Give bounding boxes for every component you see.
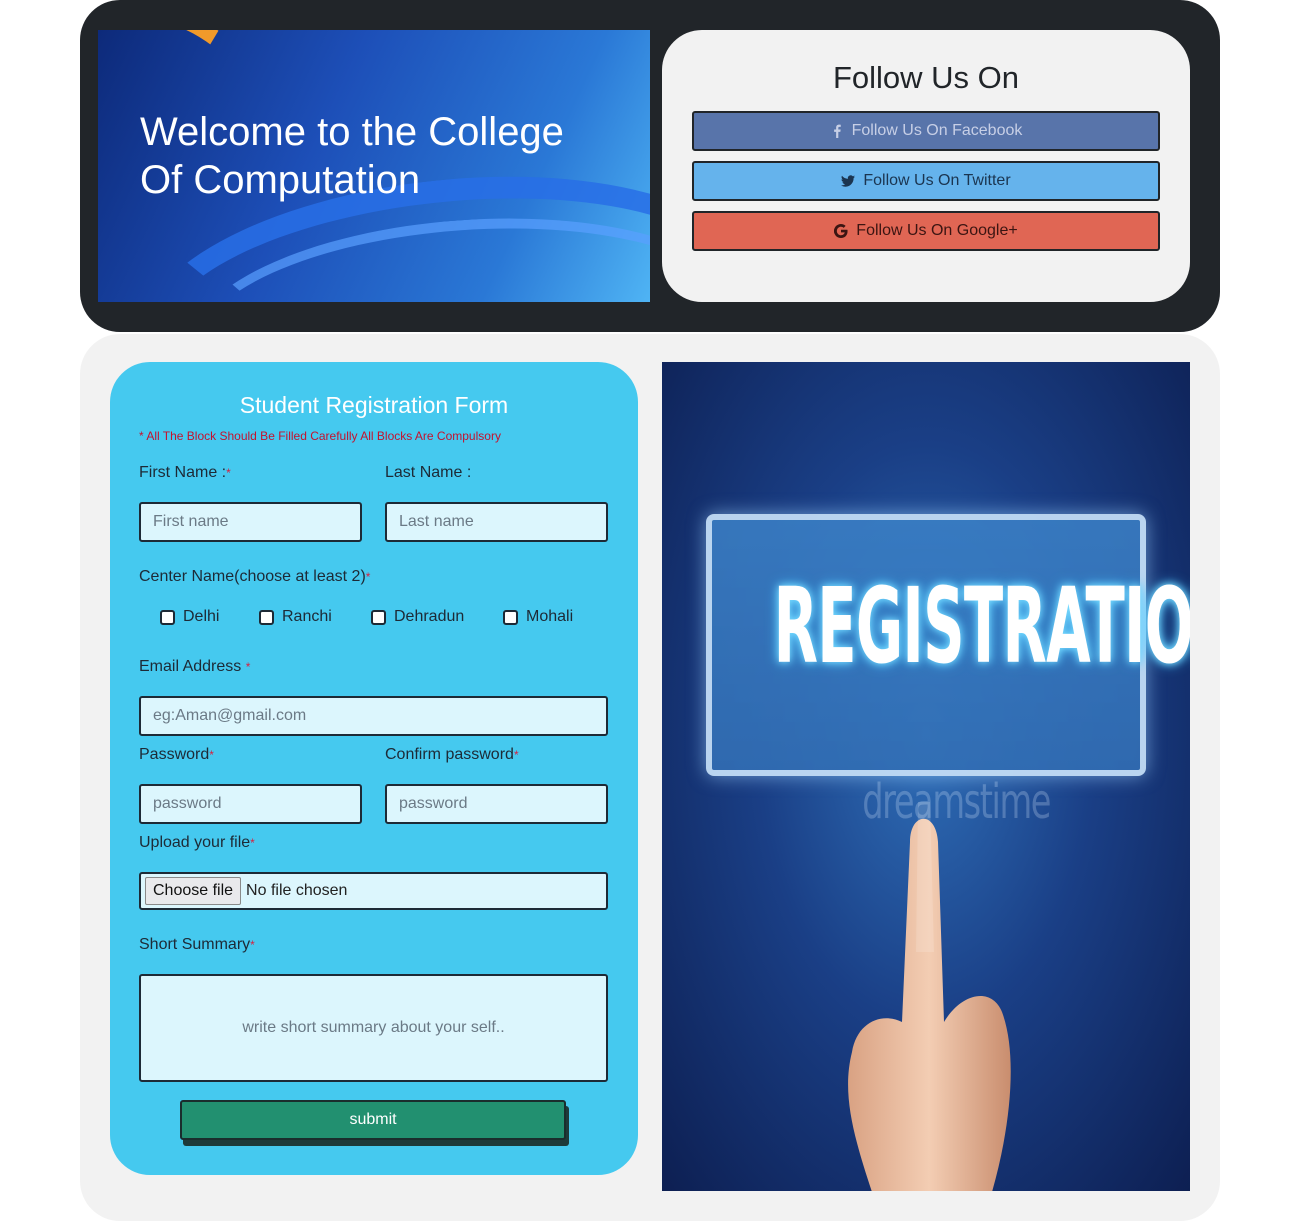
- submit-button[interactable]: submit: [180, 1100, 566, 1140]
- follow-twitter-label: Follow Us On Twitter: [863, 172, 1011, 189]
- banner-image: Welcome to the College Of Computation: [98, 30, 650, 302]
- last-name-label: Last Name :: [385, 464, 472, 481]
- facebook-icon: [833, 124, 841, 138]
- form-title: Student Registration Form: [239, 392, 509, 418]
- follow-card: Follow Us On Follow Us On Facebook Follo…: [662, 30, 1190, 302]
- file-upload-field: Choose file No file chosen: [139, 872, 608, 910]
- last-name-input[interactable]: Last name: [385, 502, 608, 542]
- follow-title: Follow Us On: [832, 60, 1020, 95]
- choose-file-button[interactable]: Choose file: [145, 877, 242, 905]
- summary-label: Short Summary*: [139, 936, 255, 953]
- checkbox[interactable]: [371, 609, 386, 625]
- email-label: Email Address *: [139, 658, 251, 675]
- header-bar: Welcome to the College Of Computation Fo…: [80, 0, 1220, 332]
- confirm-password-label: Confirm password*: [385, 746, 519, 763]
- follow-google-button[interactable]: Follow Us On Google+: [692, 211, 1160, 251]
- center-option-dehradun[interactable]: Dehradun: [371, 608, 464, 626]
- center-option-delhi[interactable]: Delhi: [160, 608, 219, 626]
- checkbox[interactable]: [259, 609, 274, 625]
- password-input[interactable]: password: [139, 784, 362, 824]
- email-input[interactable]: eg:Aman@gmail.com: [139, 696, 608, 736]
- follow-facebook-label: Follow Us On Facebook: [851, 122, 1023, 139]
- main-section: Student Registration Form * All The Bloc…: [80, 334, 1220, 1221]
- center-label: Center Name(choose at least 2)*: [139, 568, 371, 585]
- center-option-mohali[interactable]: Mohali: [503, 608, 573, 626]
- first-name-label: First Name :*: [139, 464, 231, 481]
- confirm-password-input[interactable]: password: [385, 784, 608, 824]
- upload-label: Upload your file*: [139, 834, 255, 851]
- password-label: Password*: [139, 746, 214, 763]
- banner-title: Welcome to the College Of Computation: [140, 110, 564, 202]
- form-note: * All The Block Should Be Filled Careful…: [139, 429, 501, 443]
- file-status: No file chosen: [246, 882, 348, 899]
- follow-twitter-button[interactable]: Follow Us On Twitter: [692, 161, 1160, 201]
- checkbox[interactable]: [503, 609, 518, 625]
- registration-image: REGISTRATION dreamstime: [662, 362, 1190, 1191]
- google-icon: [834, 224, 848, 238]
- center-option-ranchi[interactable]: Ranchi: [259, 608, 332, 626]
- pointing-hand-icon: [848, 802, 1011, 1191]
- checkbox[interactable]: [160, 609, 175, 625]
- registration-text: REGISTRATION: [773, 566, 1190, 687]
- follow-google-label: Follow Us On Google+: [856, 222, 1018, 239]
- registration-form: Student Registration Form * All The Bloc…: [110, 362, 638, 1175]
- follow-facebook-button[interactable]: Follow Us On Facebook: [692, 111, 1160, 151]
- summary-textarea[interactable]: write short summary about your self..: [139, 974, 608, 1082]
- first-name-input[interactable]: First name: [139, 502, 362, 542]
- twitter-icon: [841, 175, 856, 187]
